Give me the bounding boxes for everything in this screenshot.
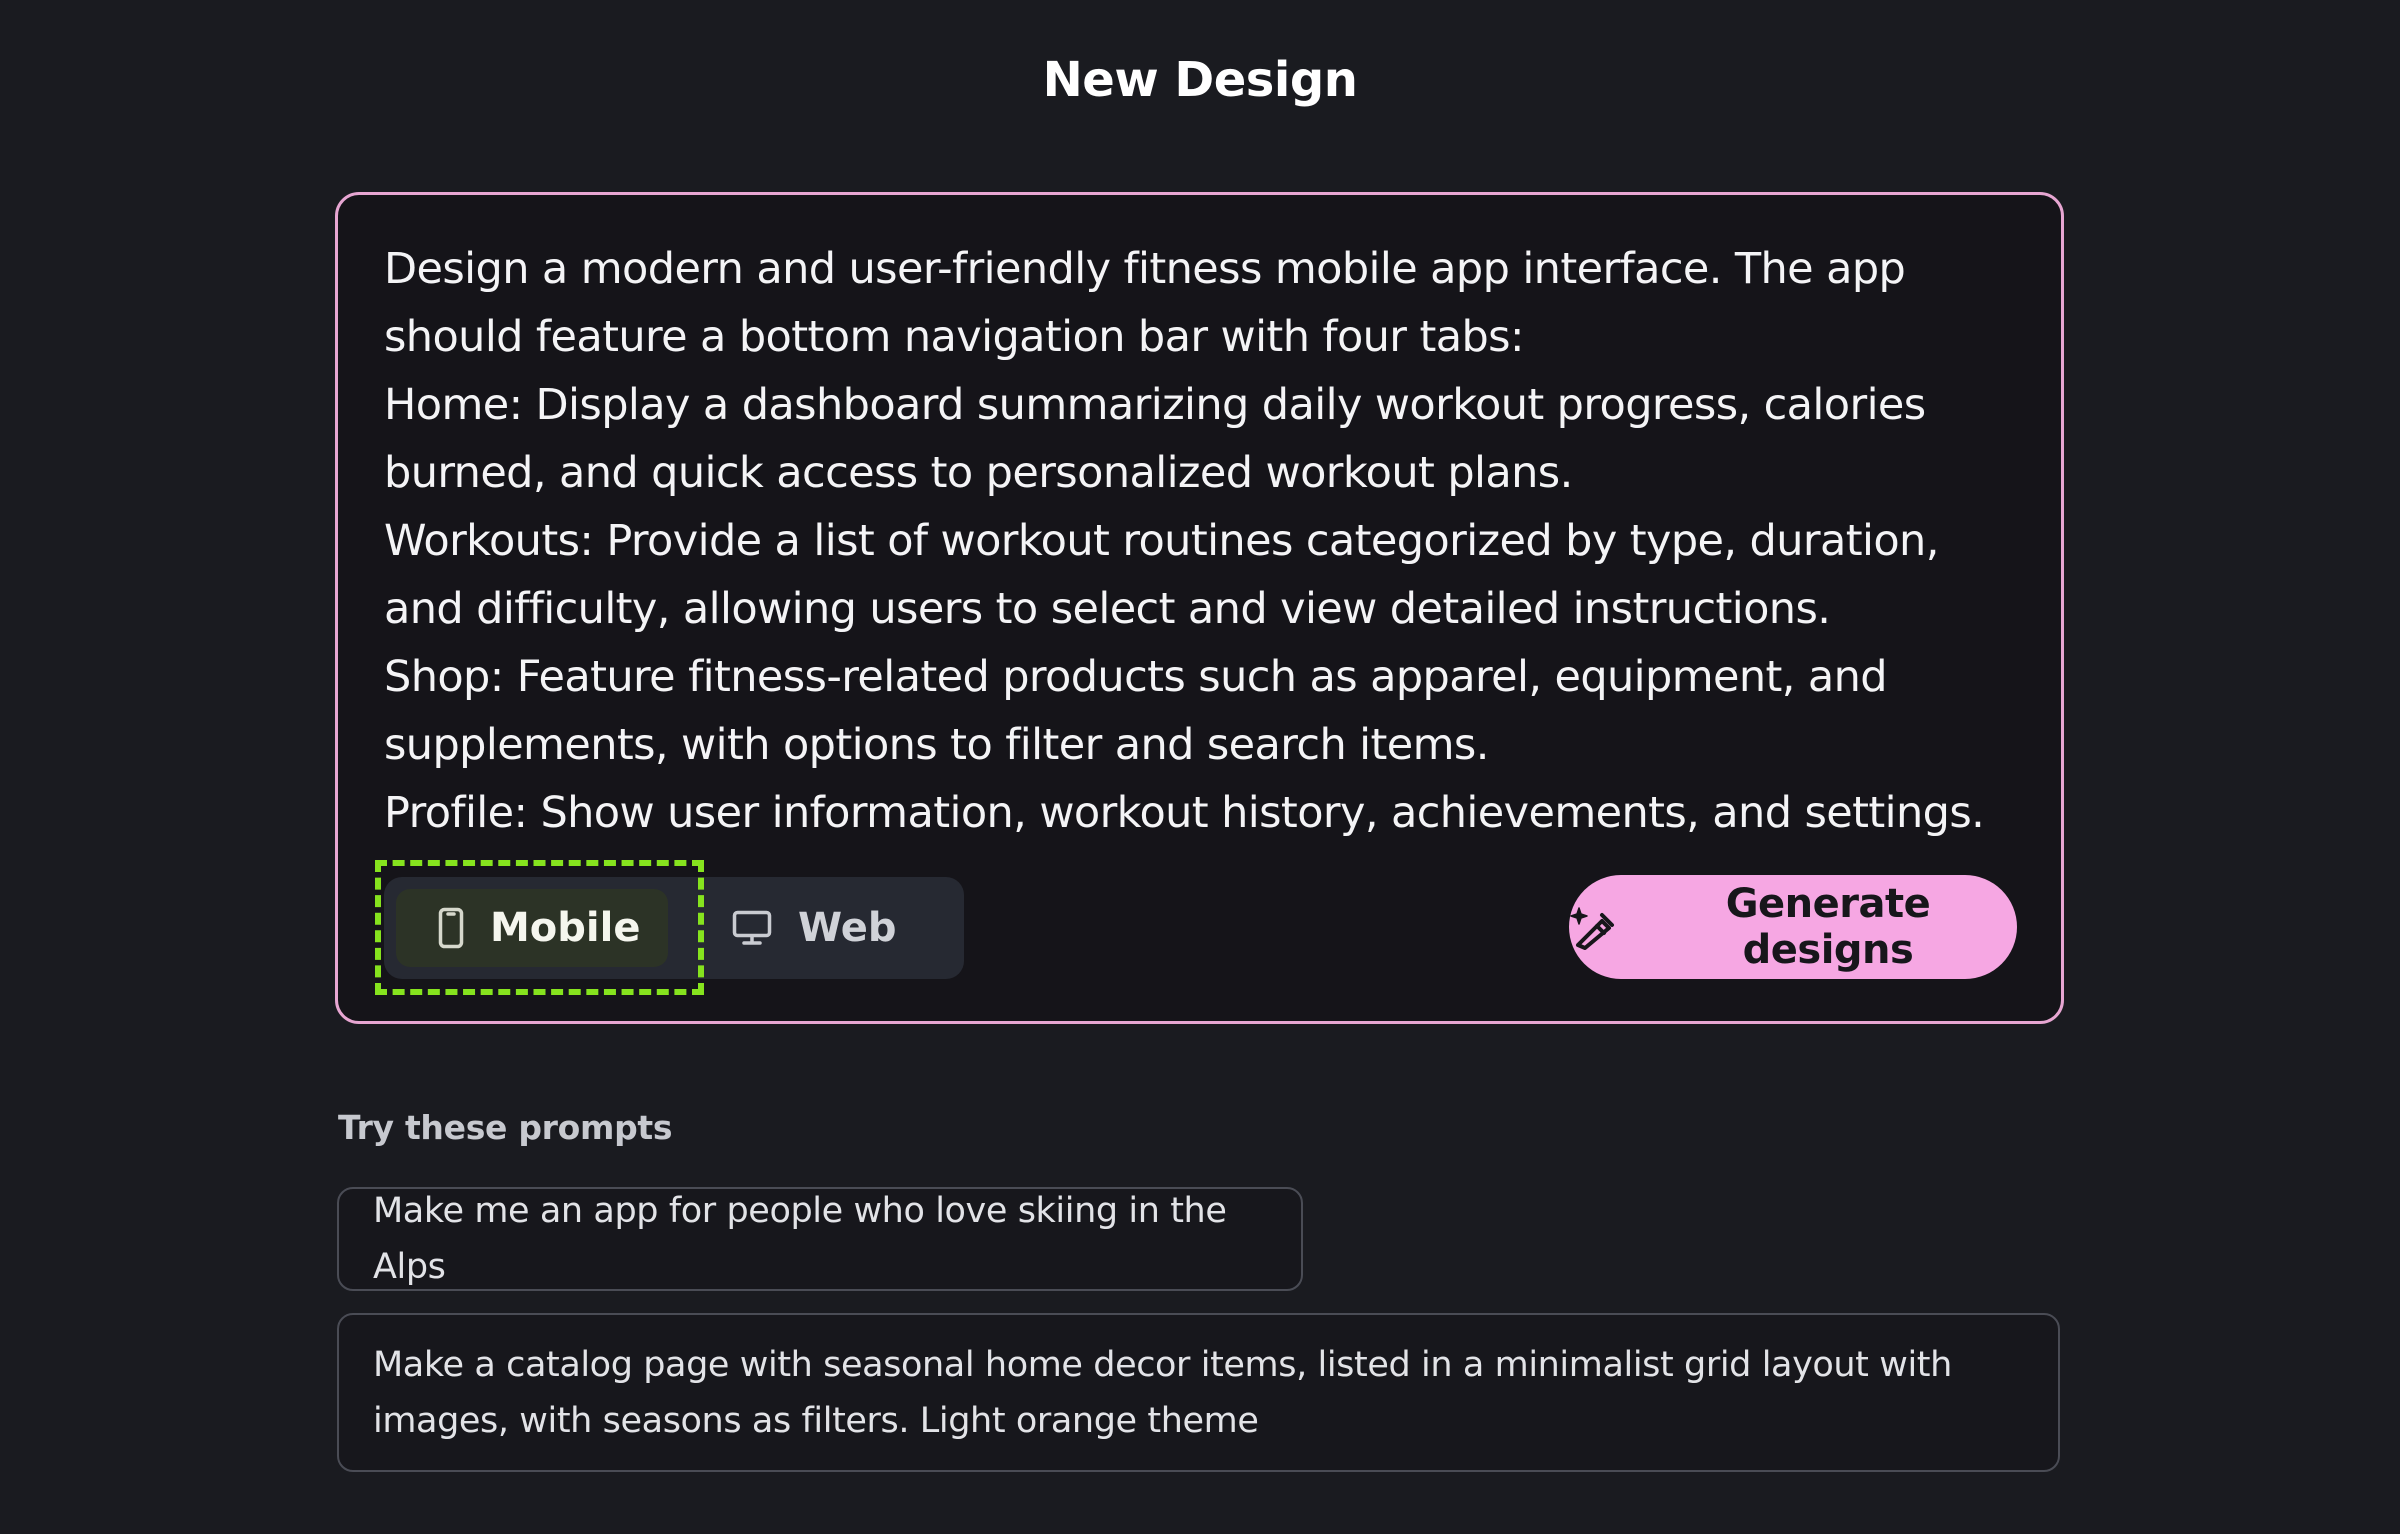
monitor-icon [732, 910, 772, 946]
suggestion-text: Make me an app for people who love skiin… [373, 1191, 1227, 1287]
prompt-textarea[interactable]: Design a modern and user-friendly fitnes… [384, 235, 2024, 838]
mobile-option-button[interactable]: Mobile [396, 889, 668, 967]
web-option-label: Web [798, 905, 897, 951]
smartphone-icon [438, 907, 464, 949]
suggestion-prompt-catalog[interactable]: Make a catalog page with seasonal home d… [337, 1313, 2060, 1472]
new-design-page: New Design Design a modern and user-frie… [0, 0, 2400, 1534]
magic-wand-icon [1569, 904, 1615, 950]
generate-designs-button[interactable]: Generate designs [1569, 875, 2017, 979]
generate-designs-label: Generate designs [1725, 881, 1931, 973]
page-title: New Design [1042, 52, 1358, 108]
web-option-button[interactable]: Web [732, 877, 952, 979]
suggestions-heading: Try these prompts [338, 1108, 673, 1147]
suggestion-prompt-skiing[interactable]: Make me an app for people who love skiin… [337, 1187, 1303, 1291]
prompt-card: Design a modern and user-friendly fitnes… [335, 192, 2064, 1024]
platform-toggle: Mobile Web [384, 877, 964, 979]
mobile-option-label: Mobile [490, 905, 641, 951]
suggestion-text: Make a catalog page with seasonal home d… [373, 1345, 1952, 1441]
